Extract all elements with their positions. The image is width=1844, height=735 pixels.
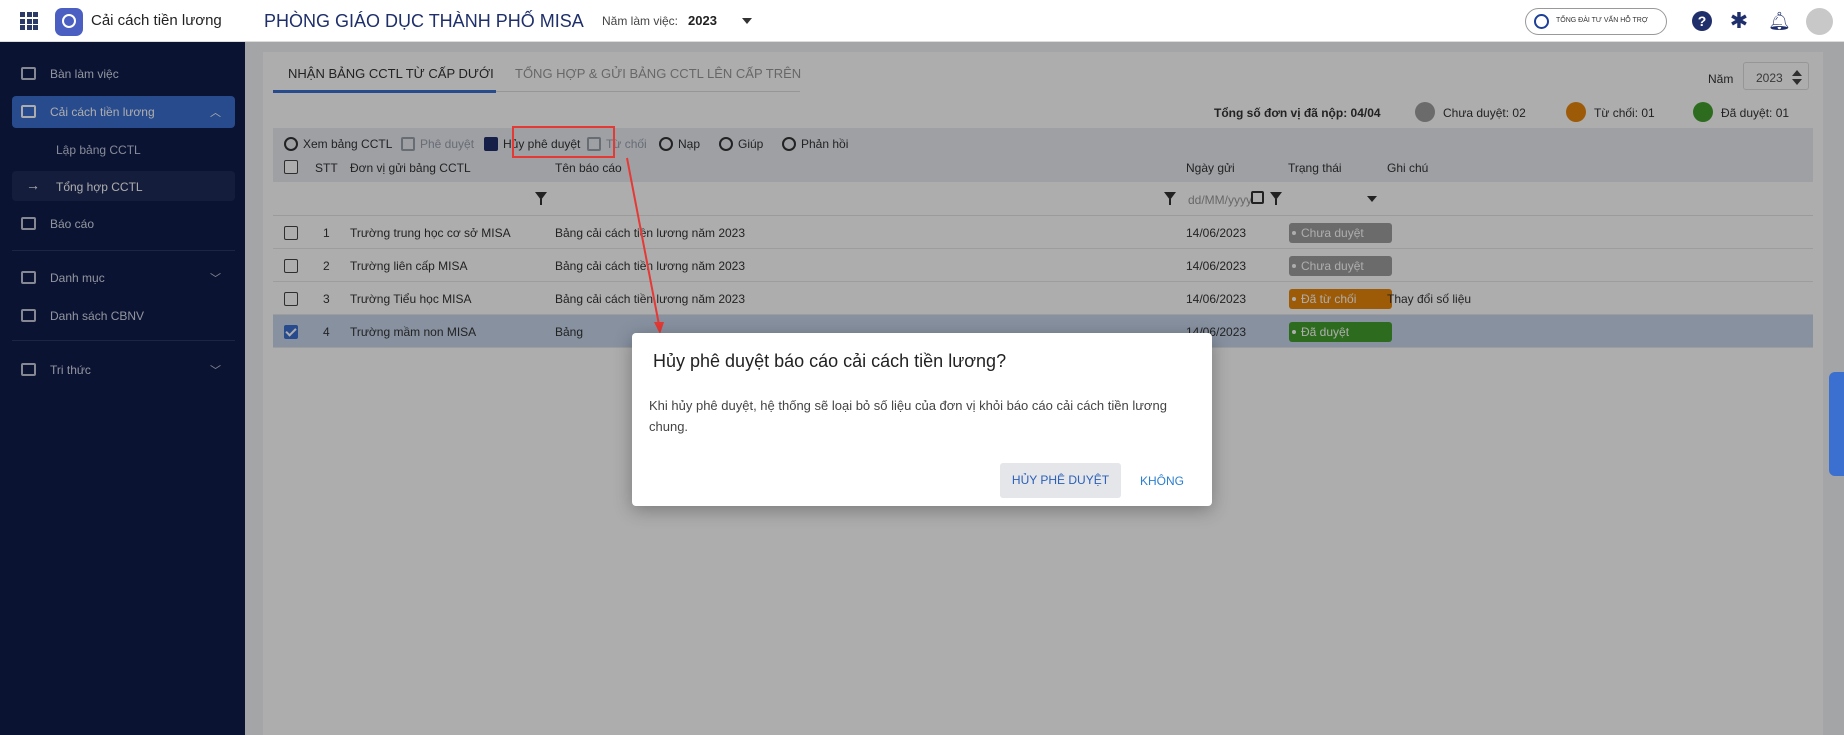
confirm-dialog: Hủy phê duyệt báo cáo cải cách tiền lươn… [632,333,1212,506]
hotline-label: TỔNG ĐÀI TƯ VẤN HỖ TRỢ [1556,17,1648,24]
chevron-down-icon[interactable] [742,18,752,24]
no-button[interactable]: KHÔNG [1140,474,1184,488]
confirm-cancel-approve-button[interactable]: HỦY PHÊ DUYỆT [1000,463,1121,498]
working-year-select[interactable]: 2023 [688,13,717,28]
org-name: PHÒNG GIÁO DỤC THÀNH PHỐ MISA [264,11,584,31]
dialog-message: Khi hủy phê duyệt, hệ thống sẽ loại bỏ s… [649,398,1167,434]
bell-icon[interactable]: 🔔︎ [1768,11,1791,31]
dialog-title: Hủy phê duyệt báo cáo cải cách tiền lươn… [653,351,1007,371]
help-icon[interactable]: ? [1692,11,1712,31]
app-logo [55,8,83,36]
app-name: Cải cách tiền lương [91,12,222,29]
side-panel-toggle[interactable] [1829,372,1844,476]
gear-icon[interactable]: ✱ [1729,10,1749,32]
working-year-label: Năm làm việc: [602,14,679,28]
avatar[interactable] [1806,8,1833,35]
top-bar: Cải cách tiền lương PHÒNG GIÁO DỤC THÀNH… [0,0,1844,42]
apps-grid-icon[interactable] [20,12,38,30]
headset-icon [1534,14,1549,29]
hotline-button[interactable]: TỔNG ĐÀI TƯ VẤN HỖ TRỢ [1525,8,1667,35]
highlight-box [512,126,615,158]
